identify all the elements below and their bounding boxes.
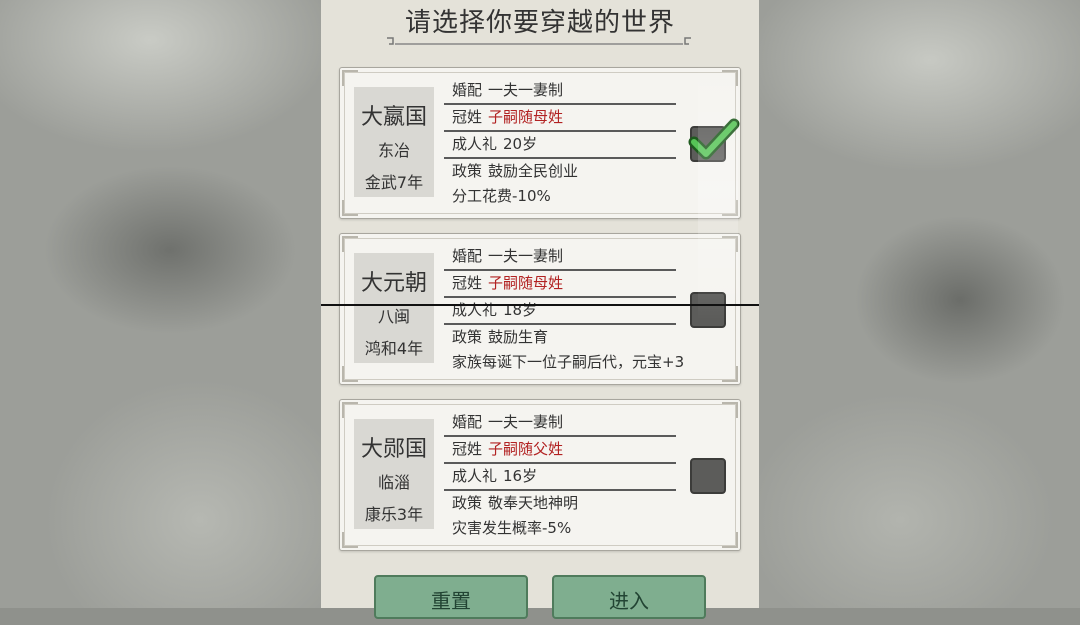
policy-label: 政策	[452, 328, 483, 346]
nation-badge: 大嬴国 东冶 金武7年	[354, 87, 434, 197]
corner-ornament	[722, 532, 738, 548]
corner-ornament	[722, 402, 738, 418]
effect-row: 灾害发生概率-5%	[444, 516, 676, 541]
corner-ornament	[342, 366, 358, 382]
nation-name: 大嬴国	[360, 105, 427, 130]
nation-place: 八闽	[377, 307, 410, 326]
effect-value: 分工花费-10%	[452, 187, 551, 205]
title-ornament	[387, 37, 691, 45]
coming-of-age-value: 20岁	[503, 135, 538, 153]
page-title: 请选择你要穿越的世界	[404, 8, 675, 38]
surname-label: 冠姓	[452, 274, 483, 292]
surname-row: 冠姓 子嗣随母姓	[444, 271, 676, 298]
coming-of-age-value: 16岁	[503, 467, 538, 485]
corner-ornament	[342, 402, 358, 418]
policy-value: 鼓励全民创业	[488, 162, 579, 180]
world-card-3[interactable]: 大郧国 临淄 康乐3年 婚配 一夫一妻制 冠姓 子嗣随父姓 成人礼 16岁 政策 敬奉天…	[339, 399, 741, 551]
marriage-value: 一夫一妻制	[488, 81, 564, 99]
corner-ornament	[342, 236, 358, 252]
policy-label: 政策	[452, 162, 483, 180]
policy-row: 政策 敬奉天地神明	[444, 491, 676, 516]
coming-of-age-row: 成人礼 20岁	[444, 132, 676, 159]
surname-value: 子嗣随父姓	[488, 440, 564, 458]
select-checkbox[interactable]	[690, 458, 726, 494]
world-attributes: 婚配 一夫一妻制 冠姓 子嗣随母姓 成人礼 20岁 政策 鼓励全民创业 分工花费-10%	[444, 78, 676, 209]
effect-value: 灾害发生概率-5%	[452, 519, 572, 537]
nation-era: 康乐3年	[364, 505, 424, 524]
world-card-2[interactable]: 大元朝 八闽 鸿和4年 婚配 一夫一妻制 冠姓 子嗣随母姓 成人礼 18岁 政策 鼓励生…	[339, 233, 741, 385]
marriage-label: 婚配	[452, 413, 483, 431]
marriage-value: 一夫一妻制	[488, 413, 564, 431]
corner-ornament	[342, 200, 358, 216]
coming-of-age-row: 成人礼 18岁	[444, 298, 676, 325]
marriage-row: 婚配 一夫一妻制	[444, 244, 676, 271]
corner-ornament	[342, 70, 358, 86]
marriage-label: 婚配	[452, 81, 483, 99]
policy-row: 政策 鼓励生育	[444, 325, 676, 350]
corner-ornament	[722, 366, 738, 382]
world-attributes: 婚配 一夫一妻制 冠姓 子嗣随父姓 成人礼 16岁 政策 敬奉天地神明 灾害发生概率-5…	[444, 410, 676, 541]
marriage-row: 婚配 一夫一妻制	[444, 78, 676, 105]
screen-glare	[698, 60, 738, 320]
screen-scanline	[321, 304, 759, 306]
marriage-value: 一夫一妻制	[488, 247, 564, 265]
nation-name: 大元朝	[360, 271, 427, 296]
policy-row: 政策 鼓励全民创业	[444, 159, 676, 184]
surname-row: 冠姓 子嗣随母姓	[444, 105, 676, 132]
world-card-1[interactable]: 大嬴国 东冶 金武7年 婚配 一夫一妻制 冠姓 子嗣随母姓 成人礼 20岁 政策 鼓励全…	[339, 67, 741, 219]
enter-button[interactable]: 进入	[552, 575, 706, 619]
surname-value: 子嗣随母姓	[488, 108, 564, 126]
effect-row: 分工花费-10%	[444, 184, 676, 209]
nation-place: 临淄	[377, 473, 410, 492]
reset-button[interactable]: 重置	[374, 575, 528, 619]
coming-of-age-row: 成人礼 16岁	[444, 464, 676, 491]
marriage-label: 婚配	[452, 247, 483, 265]
surname-value: 子嗣随母姓	[488, 274, 564, 292]
corner-ornament	[342, 532, 358, 548]
nation-place: 东冶	[377, 141, 410, 160]
coming-of-age-label: 成人礼	[452, 467, 498, 485]
effect-value: 家族每诞下一位子嗣后代，元宝+3	[452, 353, 685, 371]
policy-value: 鼓励生育	[488, 328, 549, 346]
nation-badge: 大郧国 临淄 康乐3年	[354, 419, 434, 529]
surname-label: 冠姓	[452, 440, 483, 458]
nation-era: 金武7年	[364, 173, 424, 192]
policy-label: 政策	[452, 494, 483, 512]
coming-of-age-label: 成人礼	[452, 135, 498, 153]
world-attributes: 婚配 一夫一妻制 冠姓 子嗣随母姓 成人礼 18岁 政策 鼓励生育 家族每诞下一位子嗣后…	[444, 244, 684, 375]
nation-name: 大郧国	[360, 437, 427, 462]
surname-row: 冠姓 子嗣随父姓	[444, 437, 676, 464]
marriage-row: 婚配 一夫一妻制	[444, 410, 676, 437]
nation-era: 鸿和4年	[364, 339, 424, 358]
nation-badge: 大元朝 八闽 鸿和4年	[354, 253, 434, 363]
policy-value: 敬奉天地神明	[488, 494, 579, 512]
surname-label: 冠姓	[452, 108, 483, 126]
effect-row: 家族每诞下一位子嗣后代，元宝+3	[444, 350, 684, 375]
